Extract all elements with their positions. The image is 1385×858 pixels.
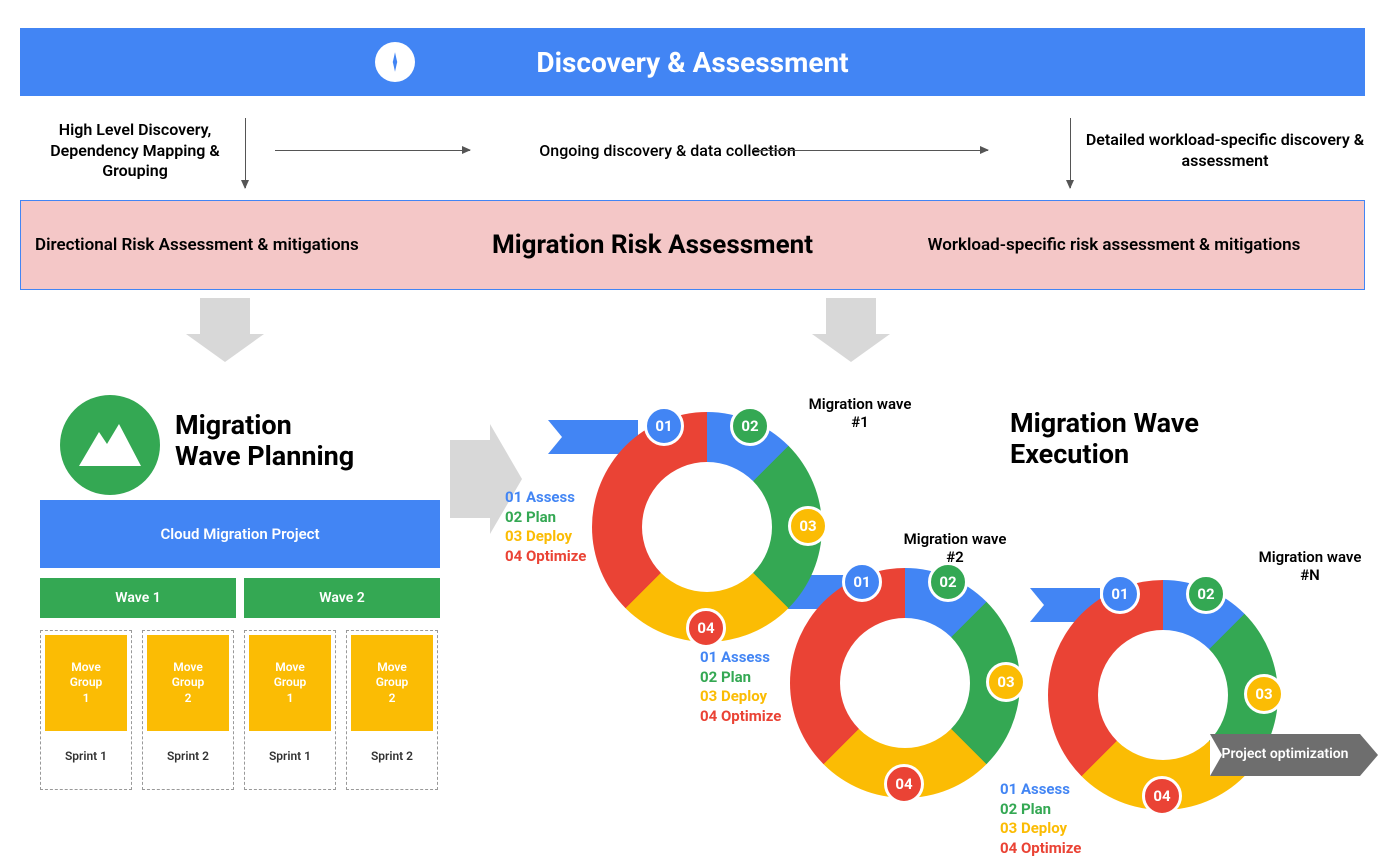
- big-arrow-down-icon: [200, 298, 250, 334]
- step-01-badge: 01: [842, 562, 882, 602]
- arrow-down-icon: [245, 118, 246, 188]
- project-optimization-arrow: Project optimization: [1210, 734, 1360, 776]
- legend-assess: 01 Assess: [505, 488, 586, 508]
- legend-plan: 02 Plan: [1000, 800, 1081, 820]
- step-04-badge: 04: [686, 608, 726, 648]
- step-04-badge: 04: [1142, 776, 1182, 816]
- move-group-box: MoveGroup2 Sprint 2: [346, 630, 438, 790]
- legend-deploy: 03 Deploy: [700, 687, 781, 707]
- step-03-badge: 03: [986, 662, 1026, 702]
- legend-deploy: 03 Deploy: [1000, 819, 1081, 839]
- sprint-label: Sprint 1: [45, 749, 127, 763]
- legend-optimize: 04 Optimize: [505, 547, 586, 567]
- mountain-icon: [60, 395, 160, 495]
- step-01-badge: 01: [1100, 574, 1140, 614]
- arrow-right-icon: [753, 150, 988, 151]
- migration-wave-2-label: Migration wave #2: [895, 530, 1015, 566]
- legend-assess: 01 Assess: [1000, 780, 1081, 800]
- arrow-down-icon: [1070, 118, 1071, 188]
- step-04-badge: 04: [884, 764, 924, 804]
- legend-assess: 01 Assess: [700, 648, 781, 668]
- cycle-legend-2: 01 Assess 02 Plan 03 Deploy 04 Optimize: [700, 648, 781, 726]
- legend-plan: 02 Plan: [505, 508, 586, 528]
- move-group-label: MoveGroup1: [45, 635, 127, 731]
- risk-left-label: Directional Risk Assessment & mitigation…: [21, 235, 441, 255]
- step-03-badge: 03: [788, 506, 828, 546]
- legend-plan: 02 Plan: [700, 668, 781, 688]
- risk-mid-label: Migration Risk Assessment: [441, 230, 864, 260]
- big-arrow-right-icon: [450, 440, 490, 518]
- planning-heading: Migration Wave Planning: [175, 410, 354, 472]
- risk-assessment-band: Directional Risk Assessment & mitigation…: [20, 200, 1365, 290]
- execution-heading: Migration WaveExecution: [1010, 408, 1199, 470]
- step-01-badge: 01: [644, 406, 684, 446]
- big-arrow-down-icon: [826, 298, 876, 334]
- discovery-right-label: Detailed workload-specific discovery & a…: [1085, 130, 1365, 172]
- sprint-label: Sprint 1: [249, 749, 331, 763]
- wave-2-bar: Wave 2: [244, 578, 440, 618]
- migration-wave-n-label: Migration wave #N: [1250, 548, 1370, 584]
- wave-1-bar: Wave 1: [40, 578, 236, 618]
- move-group-label: MoveGroup2: [147, 635, 229, 731]
- step-02-badge: 02: [730, 406, 770, 446]
- legend-deploy: 03 Deploy: [505, 527, 586, 547]
- sprint-label: Sprint 2: [147, 749, 229, 763]
- legend-optimize: 04 Optimize: [700, 707, 781, 727]
- step-02-badge: 02: [1186, 574, 1226, 614]
- arrow-right-icon: [275, 150, 470, 151]
- move-group-box: MoveGroup2 Sprint 2: [142, 630, 234, 790]
- step-03-badge: 03: [1244, 674, 1284, 714]
- header-title: Discovery & Assessment: [536, 46, 848, 79]
- move-group-label: MoveGroup2: [351, 635, 433, 731]
- legend-optimize: 04 Optimize: [1000, 839, 1081, 858]
- cycle-legend-n: 01 Assess 02 Plan 03 Deploy 04 Optimize: [1000, 780, 1081, 858]
- move-group-box: MoveGroup1 Sprint 1: [40, 630, 132, 790]
- cycle-legend-1: 01 Assess 02 Plan 03 Deploy 04 Optimize: [505, 488, 586, 566]
- migration-cycle-1: 01 02 03 04: [592, 412, 822, 642]
- discovery-left-label: High Level Discovery, Dependency Mapping…: [20, 120, 250, 182]
- cloud-migration-project-bar: Cloud Migration Project: [40, 500, 440, 568]
- discovery-row: High Level Discovery, Dependency Mapping…: [20, 112, 1365, 190]
- sprint-label: Sprint 2: [351, 749, 433, 763]
- step-02-badge: 02: [928, 562, 968, 602]
- migration-cycle-2: 01 02 03 04: [790, 568, 1020, 798]
- compass-icon: [375, 42, 415, 82]
- move-group-label: MoveGroup1: [249, 635, 331, 731]
- move-group-box: MoveGroup1 Sprint 1: [244, 630, 336, 790]
- discovery-assessment-band: Discovery & Assessment: [20, 28, 1365, 96]
- risk-right-label: Workload-specific risk assessment & miti…: [864, 235, 1364, 255]
